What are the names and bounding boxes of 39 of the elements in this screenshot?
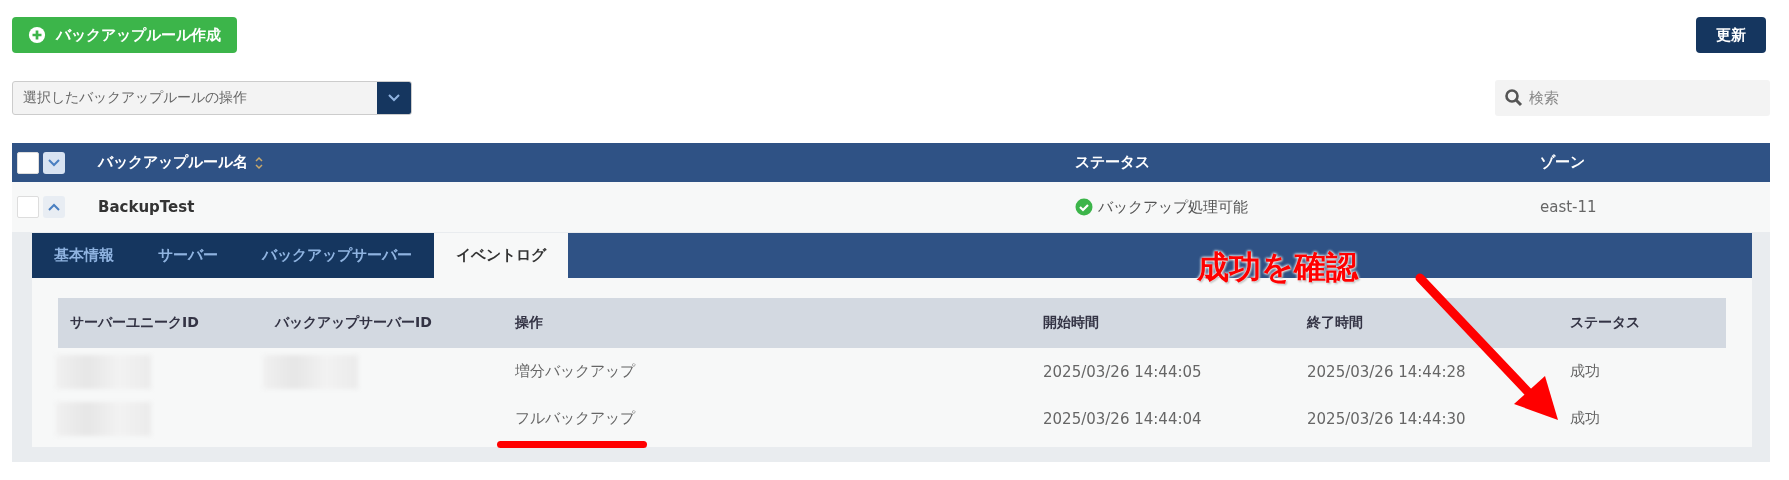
chevron-up-icon <box>48 203 60 211</box>
tab[interactable]: 基本情報 <box>32 233 136 278</box>
row-checkbox[interactable] <box>17 196 39 218</box>
operation-text: フルバックアップ <box>515 409 635 427</box>
column-header: 終了時間 <box>1307 314 1364 332</box>
expand-all-toggle[interactable] <box>43 151 65 174</box>
tab[interactable]: サーバー <box>136 233 240 278</box>
tab[interactable]: イベントログ <box>434 233 568 278</box>
bulk-action-dropdown[interactable]: 選択したバックアップルールの操作 <box>12 81 412 115</box>
column-header[interactable]: バックアップルール名 <box>98 153 248 172</box>
status-text: 成功 <box>1570 362 1600 380</box>
end-time: 2025/03/26 14:44:28 <box>1307 362 1466 381</box>
check-circle-icon <box>1075 198 1093 216</box>
search-icon <box>1504 88 1524 108</box>
zone-text: east-11 <box>1540 198 1597 216</box>
column-header: 開始時間 <box>1043 314 1100 332</box>
plus-icon <box>28 26 46 44</box>
refresh-button[interactable]: 更新 <box>1696 17 1766 53</box>
column-header: ステータス <box>1570 314 1641 332</box>
start-time: 2025/03/26 14:44:04 <box>1043 409 1202 428</box>
column-header: 操作 <box>515 314 544 332</box>
rule-name: BackupTest <box>98 198 195 216</box>
start-time: 2025/03/26 14:44:05 <box>1043 362 1202 381</box>
annotation-text: 成功を確認 <box>1197 247 1358 288</box>
sort-icon[interactable] <box>254 155 264 170</box>
operation-text: 増分バックアップ <box>515 362 635 380</box>
tab[interactable]: バックアップサーバー <box>240 233 434 278</box>
end-time: 2025/03/26 14:44:30 <box>1307 409 1466 428</box>
select-all-checkbox[interactable] <box>17 151 39 174</box>
column-header: ゾーン <box>1540 153 1585 171</box>
status-text: バックアップ処理可能 <box>1098 197 1248 217</box>
chevron-down-icon <box>387 93 401 103</box>
column-header: バックアップサーバーID <box>275 314 433 332</box>
expand-toggle[interactable] <box>43 196 65 218</box>
status-text: 成功 <box>1570 409 1600 427</box>
column-header: ステータス <box>1075 153 1150 172</box>
chevron-down-icon <box>48 158 60 167</box>
column-header: サーバーユニークID <box>69 314 200 332</box>
search-field[interactable]: 検索 <box>1495 80 1770 116</box>
